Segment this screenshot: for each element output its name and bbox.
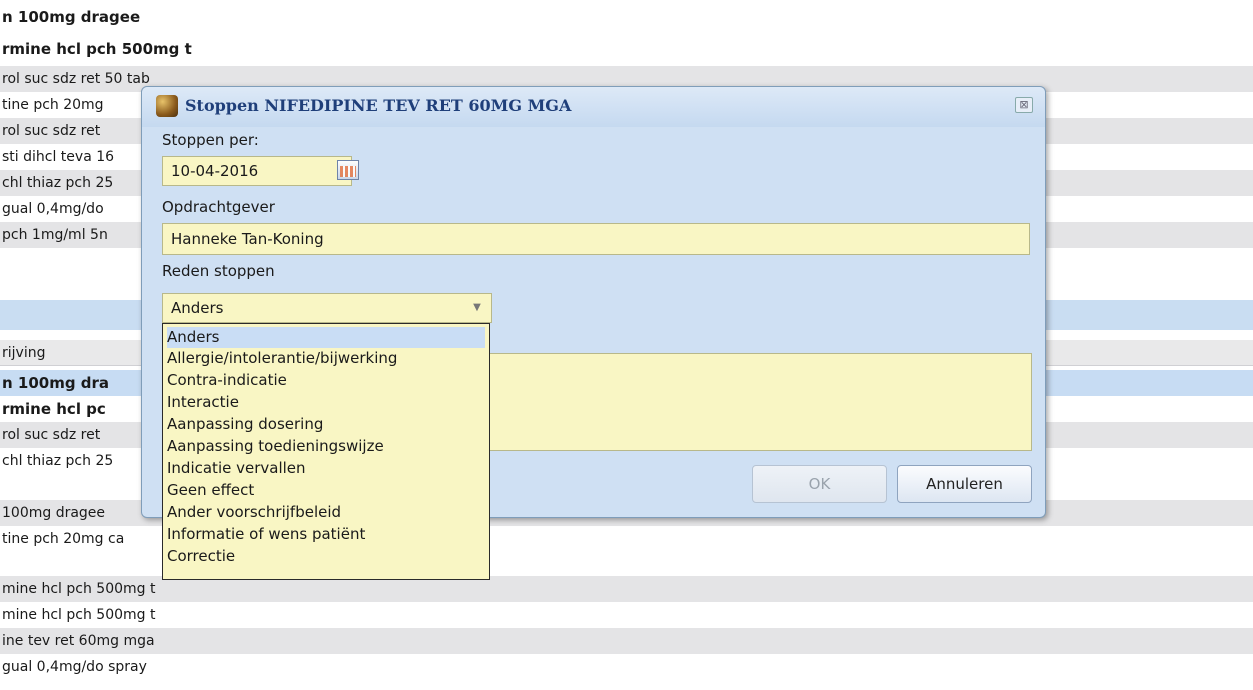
list-item[interactable]: n 100mg dragee xyxy=(0,4,1253,30)
requester-value: Hanneke Tan-Koning xyxy=(171,230,324,248)
reason-option-anders[interactable]: Anders xyxy=(167,327,485,348)
chevron-down-icon[interactable]: ▼ xyxy=(467,294,487,322)
stop-date-label: Stoppen per: xyxy=(162,131,259,149)
app-icon xyxy=(156,95,178,117)
reason-option-allergie[interactable]: Allergie/intolerantie/bijwerking xyxy=(167,348,485,369)
ok-button[interactable]: OK xyxy=(752,465,887,503)
reason-option-correctie[interactable]: Correctie xyxy=(167,546,485,567)
reason-option-indicatie-vervallen[interactable]: Indicatie vervallen xyxy=(167,458,485,479)
list-item[interactable]: rmine hcl pch 500mg t xyxy=(0,36,1253,62)
reason-option-ander-voorschrijfbeleid[interactable]: Ander voorschrijfbeleid xyxy=(167,502,485,523)
reason-option-aanpassing-toedieningswijze[interactable]: Aanpassing toedieningswijze xyxy=(167,436,485,457)
dialog-titlebar[interactable]: Stoppen NIFEDIPINE TEV RET 60MG MGA ⊠ xyxy=(142,87,1045,127)
reason-select[interactable]: Anders ▼ xyxy=(162,293,492,323)
cancel-button[interactable]: Annuleren xyxy=(897,465,1032,503)
reason-option-geen-effect[interactable]: Geen effect xyxy=(167,480,485,501)
dialog-title: Stoppen NIFEDIPINE TEV RET 60MG MGA xyxy=(185,96,572,115)
reason-option-interactie[interactable]: Interactie xyxy=(167,392,485,413)
reason-option-aanpassing-dosering[interactable]: Aanpassing dosering xyxy=(167,414,485,435)
stop-date-field[interactable]: 10-04-2016 xyxy=(162,156,352,186)
requester-field[interactable]: Hanneke Tan-Koning xyxy=(162,223,1030,255)
reason-dropdown-list: Anders Allergie/intolerantie/bijwerking … xyxy=(162,323,490,580)
list-item[interactable]: gual 0,4mg/do spray xyxy=(0,654,1253,680)
reason-option-contra-indicatie[interactable]: Contra-indicatie xyxy=(167,370,485,391)
reason-label: Reden stoppen xyxy=(162,262,275,280)
list-item[interactable]: mine hcl pch 500mg t xyxy=(0,602,1253,628)
reason-option-informatie-wens[interactable]: Informatie of wens patiënt xyxy=(167,524,485,545)
stop-date-value: 10-04-2016 xyxy=(171,162,259,180)
close-icon[interactable]: ⊠ xyxy=(1015,97,1033,113)
calendar-button[interactable] xyxy=(334,159,364,185)
list-item[interactable]: ine tev ret 60mg mga xyxy=(0,628,1253,654)
reason-value: Anders xyxy=(171,299,224,317)
calendar-icon xyxy=(337,160,359,180)
requester-label: Opdrachtgever xyxy=(162,198,275,216)
